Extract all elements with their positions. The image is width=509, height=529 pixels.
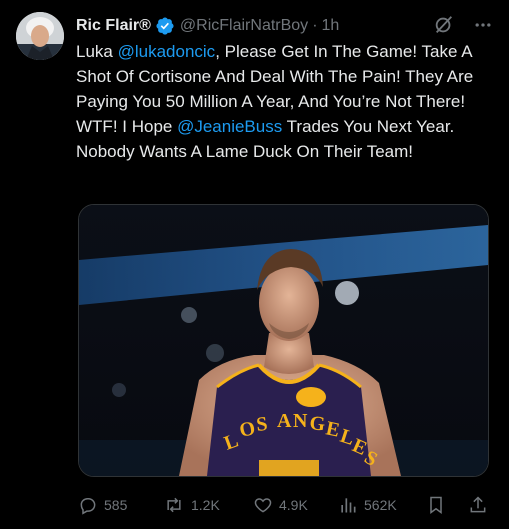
- tweet-text: Luka @lukadoncic, Please Get In The Game…: [76, 39, 496, 164]
- reply-icon: [80, 498, 96, 515]
- repost-count: 1.2K: [191, 497, 220, 513]
- like-button[interactable]: 4.9K: [253, 495, 308, 515]
- bookmark-icon: [430, 496, 442, 514]
- svg-text:S: S: [255, 413, 268, 436]
- tweet-header: Ric Flair® @RicFlairNatrBoy · 1h: [76, 14, 493, 38]
- bookmark-button[interactable]: [426, 494, 446, 516]
- like-count: 4.9K: [279, 497, 308, 513]
- basketball-player-photo: L O S A N G E L E S: [79, 205, 488, 476]
- share-icon: [470, 496, 486, 513]
- text-segment: Luka: [76, 42, 118, 61]
- share-button[interactable]: [468, 494, 488, 516]
- repost-icon: [167, 497, 181, 513]
- author-name[interactable]: Ric Flair®: [76, 17, 151, 35]
- svg-text:A: A: [277, 410, 292, 432]
- mention-lukadoncic[interactable]: @lukadoncic: [118, 42, 216, 61]
- tweet[interactable]: Ric Flair® @RicFlairNatrBoy · 1h Luka @l…: [0, 0, 509, 529]
- views-button[interactable]: 562K: [338, 495, 397, 515]
- verified-badge-icon: [155, 16, 175, 36]
- avatar-image: [16, 12, 64, 60]
- mention-jeaniebuss[interactable]: @JeanieBuss: [177, 117, 282, 136]
- grok-icon[interactable]: [433, 14, 455, 41]
- reply-count: 585: [104, 497, 128, 513]
- analytics-icon: [341, 498, 356, 513]
- separator-dot: ·: [312, 17, 318, 34]
- author-handle[interactable]: @RicFlairNatrBoy: [180, 17, 308, 35]
- header-actions: [433, 14, 493, 41]
- avatar[interactable]: [16, 12, 64, 60]
- svg-text:G: G: [308, 412, 326, 436]
- views-count: 562K: [364, 497, 397, 513]
- svg-text:N: N: [293, 410, 308, 432]
- repost-button[interactable]: 1.2K: [163, 495, 220, 515]
- reply-button[interactable]: 585: [78, 495, 127, 515]
- more-options-icon[interactable]: [473, 15, 493, 40]
- tweet-actions: 585 1.2K 4.9K 562K: [76, 492, 497, 518]
- tweet-media-photo[interactable]: L O S A N G E L E S: [78, 204, 489, 477]
- timestamp[interactable]: 1h: [322, 17, 340, 35]
- heart-icon: [254, 498, 272, 513]
